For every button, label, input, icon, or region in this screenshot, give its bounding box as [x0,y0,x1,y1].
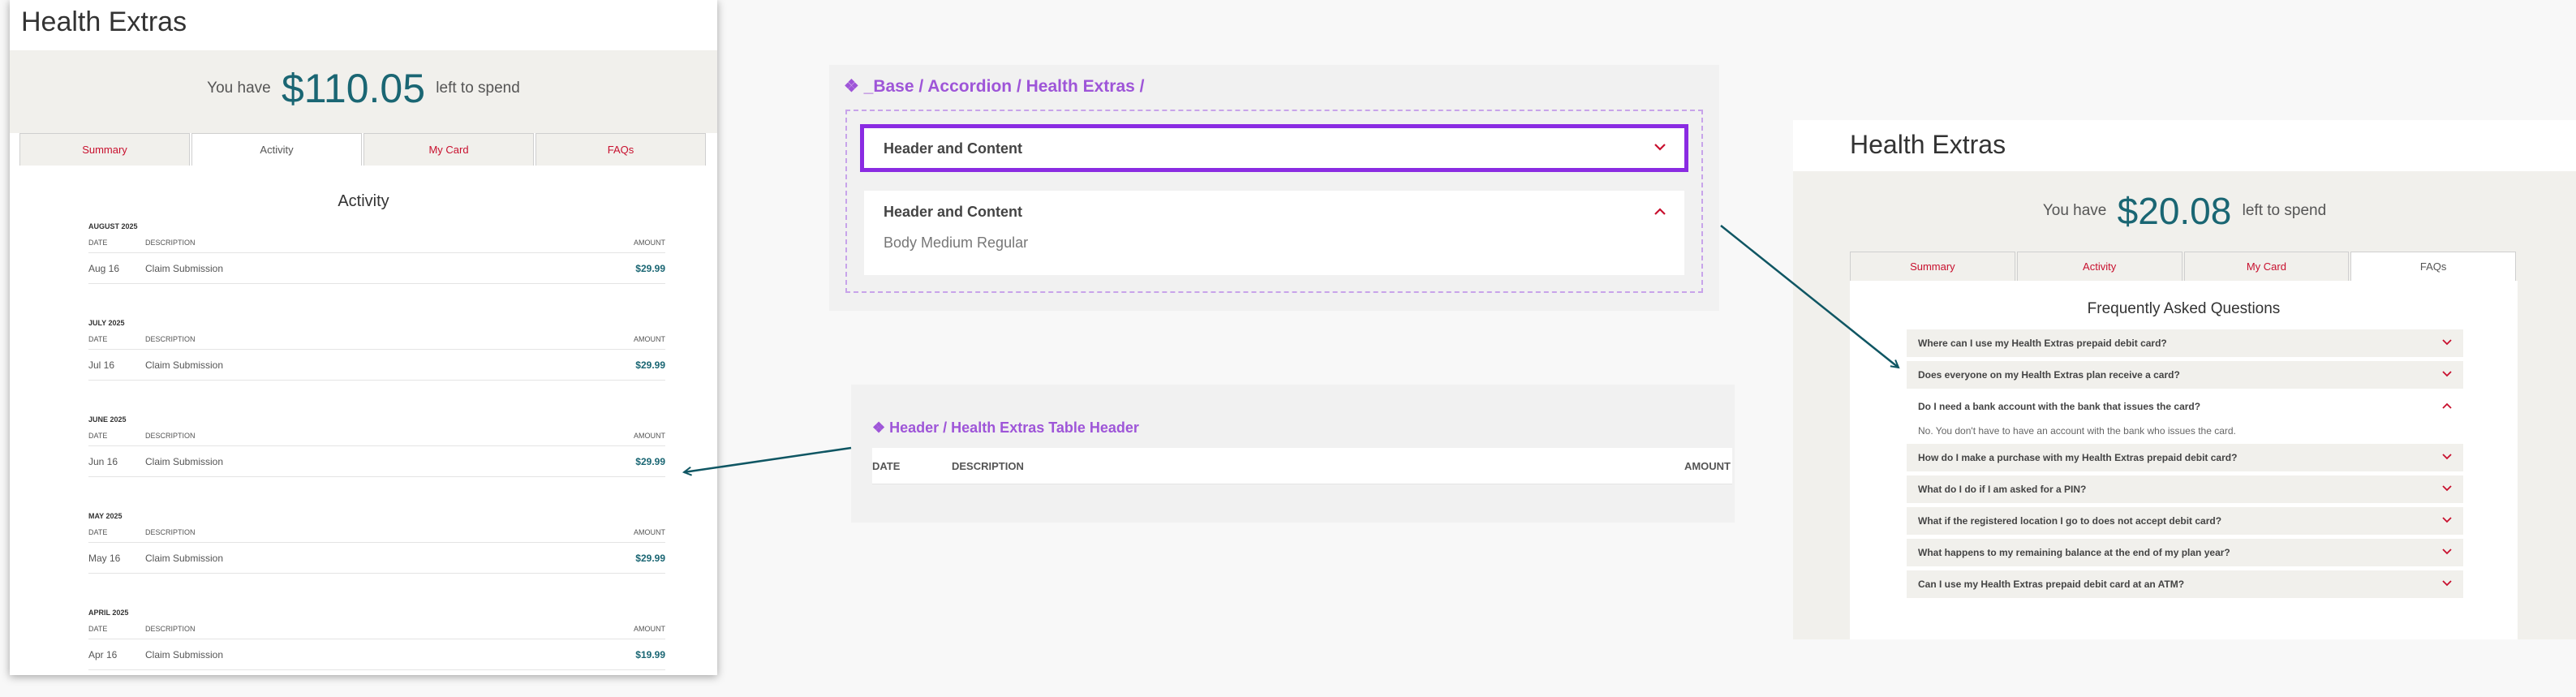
arrow-to-activity-table [684,446,852,472]
arrow-to-faq-accordion [1720,225,1899,368]
annotation-arrows [0,225,2576,697]
